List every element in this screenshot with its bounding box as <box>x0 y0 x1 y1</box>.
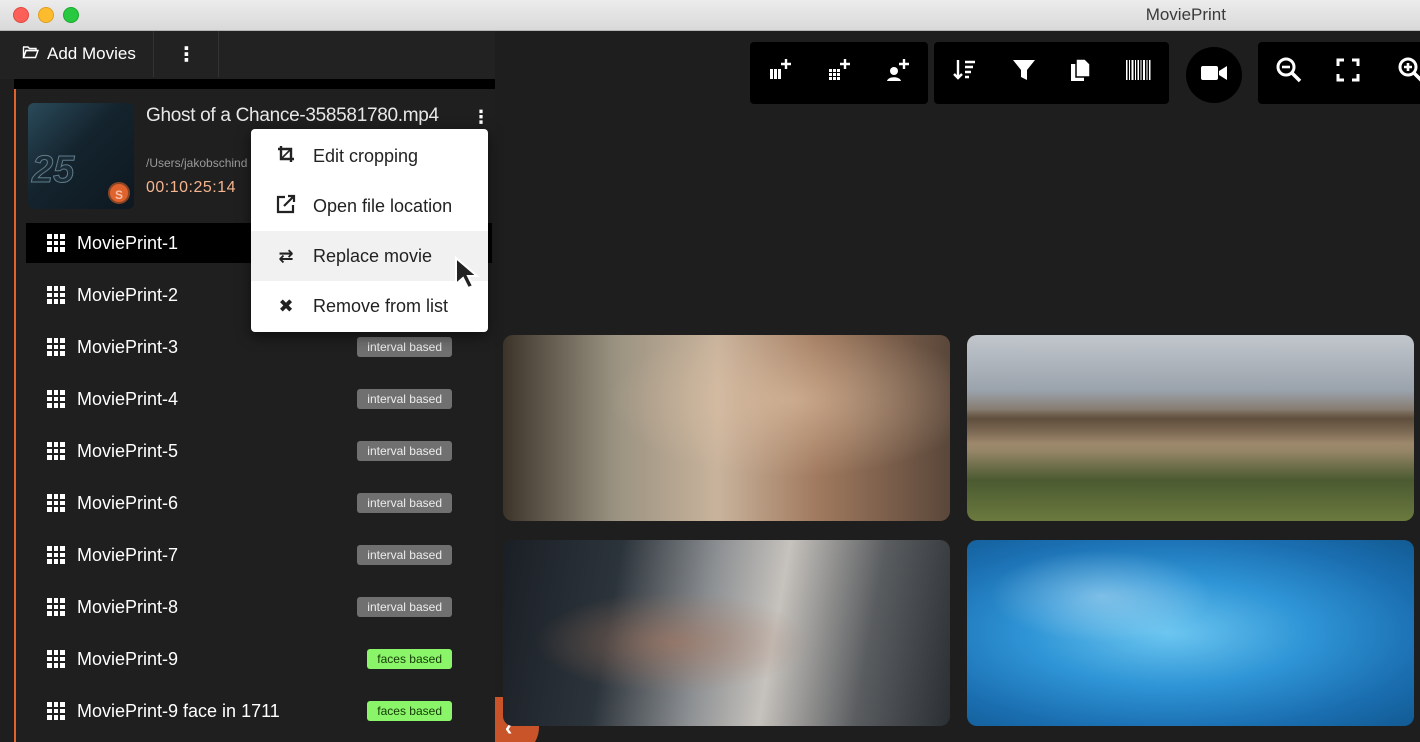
sidebar-toolbar: Add Movies ⋮ <box>0 31 495 79</box>
more-options-button[interactable]: ⋮ <box>155 31 219 77</box>
movieprint-item[interactable]: MoviePrint-9 face in 1711 faces based <box>26 691 492 731</box>
menu-item-open-file-location[interactable]: Open file location <box>251 181 488 231</box>
grid-icon <box>47 442 65 460</box>
movieprint-item[interactable]: MoviePrint-6 interval based <box>26 483 492 523</box>
movie-thumbnail[interactable]: 25 S <box>28 103 134 209</box>
copy-icon <box>1069 58 1091 88</box>
menu-item-label: Remove from list <box>313 295 449 316</box>
movie-file-path: /Users/jakobschind <box>146 156 248 170</box>
movieprint-item[interactable]: MoviePrint-8 interval based <box>26 587 492 627</box>
grid-icon <box>47 598 65 616</box>
crop-icon <box>275 145 297 168</box>
zoom-toolbar-group <box>1258 42 1420 104</box>
zoom-in-button[interactable] <box>1376 42 1420 104</box>
video-camera-icon <box>1201 64 1227 87</box>
add-faces-icon <box>885 57 911 89</box>
menu-item-label: Open file location <box>313 195 453 216</box>
movieprint-item[interactable]: MoviePrint-9 faces based <box>26 639 492 679</box>
close-icon: ✖ <box>278 295 294 316</box>
menu-item-edit-cropping[interactable]: Edit cropping <box>251 131 488 181</box>
mouse-pointer-icon <box>454 255 482 295</box>
movieprint-item[interactable]: MoviePrint-4 interval based <box>26 379 492 419</box>
view-toolbar-group <box>934 42 1169 104</box>
grid-icon <box>47 650 65 668</box>
menu-item-label: Replace movie <box>313 245 433 266</box>
sidebar-divider <box>14 79 495 89</box>
movieprint-item[interactable]: MoviePrint-3 interval based <box>26 327 492 367</box>
barcode-button[interactable] <box>1108 42 1169 104</box>
menu-item-replace-movie[interactable]: ⇄ Replace movie <box>251 231 488 281</box>
folder-open-icon <box>22 45 39 64</box>
movie-duration: 00:10:25:14 <box>146 179 237 196</box>
frame-thumbnail[interactable] <box>503 335 950 521</box>
interval-tag: interval based <box>357 337 452 357</box>
add-interval-icon <box>767 57 793 89</box>
filter-button[interactable] <box>996 42 1052 104</box>
faces-tag: faces based <box>367 649 452 669</box>
add-movies-button[interactable]: Add Movies <box>10 31 154 77</box>
external-link-icon <box>275 194 297 219</box>
fullscreen-button[interactable] <box>1320 42 1376 104</box>
frame-thumbnail[interactable] <box>967 540 1414 726</box>
add-faces-button[interactable] <box>869 42 928 104</box>
faces-tag: faces based <box>367 701 452 721</box>
add-shots-icon <box>826 57 852 89</box>
interval-tag: interval based <box>357 493 452 513</box>
app-window: MoviePrint Add Movies ⋮ 25 S Ghost of a … <box>0 0 1420 742</box>
frame-thumbnail[interactable] <box>503 540 950 726</box>
menu-item-label: Edit cropping <box>313 145 419 166</box>
grid-icon <box>47 286 65 304</box>
grid-icon <box>47 338 65 356</box>
movie-menu-button[interactable]: ⋮ <box>472 107 490 128</box>
zoom-out-icon <box>1276 57 1302 89</box>
add-interval-button[interactable] <box>750 42 809 104</box>
frame-thumbnail[interactable] <box>967 335 1414 521</box>
grid-icon <box>47 702 65 720</box>
zoom-out-button[interactable] <box>1258 42 1320 104</box>
movie-file-name: Ghost of a Chance-358581780.mp4 <box>146 105 439 126</box>
interval-tag: interval based <box>357 545 452 565</box>
menu-item-remove-from-list[interactable]: ✖ Remove from list <box>251 281 488 331</box>
thumbnail-badge: S <box>108 182 130 204</box>
interval-tag: interval based <box>357 597 452 617</box>
thumbnail-number: 25 <box>31 149 75 192</box>
grid-icon <box>47 234 65 252</box>
interval-tag: interval based <box>357 389 452 409</box>
barcode-icon <box>1125 60 1152 86</box>
filter-icon <box>1012 58 1036 88</box>
add-movies-label: Add Movies <box>47 44 136 63</box>
sort-icon <box>953 58 977 88</box>
window-title: MoviePrint <box>1145 5 1226 24</box>
copy-button[interactable] <box>1052 42 1108 104</box>
grid-icon <box>47 546 65 564</box>
grid-icon <box>47 494 65 512</box>
grid-icon <box>47 390 65 408</box>
zoom-in-icon <box>1398 57 1420 89</box>
movieprint-item[interactable]: MoviePrint-5 interval based <box>26 431 492 471</box>
context-menu: Edit cropping Open file location ⇄ Repla… <box>251 129 488 332</box>
fullscreen-icon <box>1336 58 1360 88</box>
sort-button[interactable] <box>934 42 996 104</box>
video-camera-button[interactable] <box>1186 47 1242 103</box>
title-bar: MoviePrint <box>0 0 1420 31</box>
add-shots-button[interactable] <box>809 42 868 104</box>
movieprint-item[interactable]: MoviePrint-7 interval based <box>26 535 492 575</box>
interval-tag: interval based <box>357 441 452 461</box>
swap-icon: ⇄ <box>278 245 294 266</box>
add-toolbar-group <box>750 42 928 104</box>
